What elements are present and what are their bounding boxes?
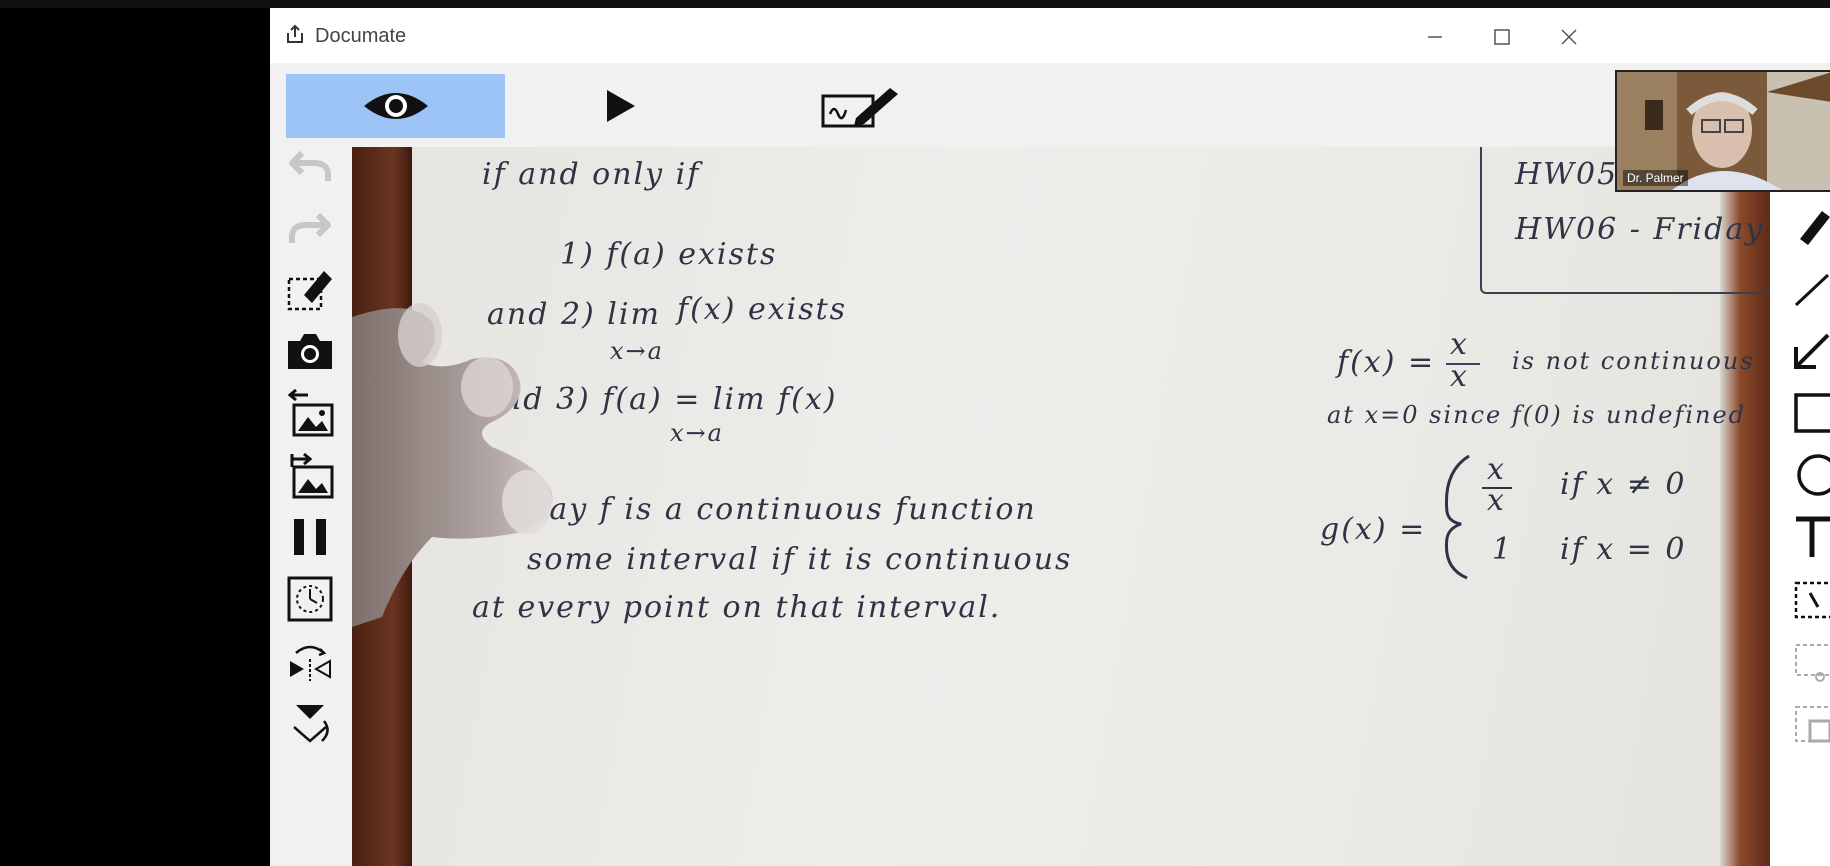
import-image-icon xyxy=(287,389,334,437)
copy-tool-button[interactable] xyxy=(1788,701,1830,745)
eye-icon xyxy=(363,93,428,119)
flip-button[interactable] xyxy=(284,635,336,687)
crop-icon xyxy=(1795,644,1830,682)
whiteboard-camera-view[interactable]: if and only if 1) f(a) exists and 2) lim… xyxy=(352,147,1770,866)
rectangle-tool-button[interactable] xyxy=(1788,391,1830,435)
pause-button[interactable] xyxy=(284,511,336,563)
camera-icon xyxy=(288,334,332,369)
redo-button[interactable] xyxy=(284,201,336,253)
hw-example-denominator: x xyxy=(1450,359,1469,394)
eraser-select-button[interactable] xyxy=(284,263,336,315)
hw-example-numerator: x xyxy=(1450,327,1469,362)
rotate-button[interactable] xyxy=(284,697,336,749)
undo-button[interactable] xyxy=(284,139,336,191)
play-button[interactable] xyxy=(580,74,660,138)
line-tool-button[interactable] xyxy=(1788,267,1830,311)
crop-tool-button[interactable] xyxy=(1788,639,1830,683)
timer-button[interactable] xyxy=(284,573,336,625)
undo-icon xyxy=(289,150,331,181)
piecewise-brace xyxy=(1444,454,1470,580)
hw-condition-2-suffix: f(x) exists xyxy=(677,292,848,327)
hw-example-text: is not continuous xyxy=(1512,347,1755,375)
timer-icon xyxy=(287,576,333,622)
pen-icon xyxy=(1800,211,1830,245)
close-button[interactable] xyxy=(1554,22,1584,52)
hw-condition-3-sub: x→a xyxy=(670,419,724,447)
select-tool-button[interactable] xyxy=(1788,577,1830,621)
left-toolbar xyxy=(270,147,350,866)
hw-g-case2-condition: if x = 0 xyxy=(1560,532,1687,567)
redo-icon xyxy=(289,212,331,243)
hw-g-label: g(x) = xyxy=(1320,512,1427,547)
documate-window: Documate if and only if 1) f(a) exists a… xyxy=(270,8,1830,866)
hw-example-line-2: at x=0 since f(0) is undefined xyxy=(1327,401,1747,429)
camera-button[interactable] xyxy=(284,325,336,377)
text-icon xyxy=(1796,516,1830,557)
screen-top-strip xyxy=(0,0,1830,8)
hw-g-case1-denominator: x xyxy=(1487,483,1506,518)
hw-homework-2: HW06 - Friday xyxy=(1515,212,1765,247)
minimize-button[interactable] xyxy=(1420,22,1450,52)
rotate-icon xyxy=(293,705,329,743)
pen-writing-icon xyxy=(821,88,898,128)
participant-video[interactable]: Dr. Palmer xyxy=(1615,70,1830,192)
hw-example-f: f(x) = xyxy=(1337,345,1436,380)
flip-icon xyxy=(290,645,331,681)
pen-tool-button[interactable] xyxy=(1788,205,1830,249)
eraser-select-icon xyxy=(287,271,332,311)
line-icon xyxy=(1794,273,1830,307)
participant-name: Dr. Palmer xyxy=(1623,170,1688,186)
export-image-button[interactable] xyxy=(284,449,336,501)
copy-icon xyxy=(1795,706,1830,743)
maximize-button[interactable] xyxy=(1487,22,1517,52)
text-tool-button[interactable] xyxy=(1788,515,1830,559)
hw-g-case1-numerator: x xyxy=(1487,452,1506,487)
play-icon xyxy=(607,90,635,122)
documate-logo-icon xyxy=(287,24,303,43)
rectangle-icon xyxy=(1794,393,1830,433)
arrow-icon xyxy=(1794,333,1830,369)
title-bar: Documate xyxy=(270,8,1830,63)
presenter-hand xyxy=(352,303,553,627)
hw-condition-2-sub: x→a xyxy=(610,337,664,365)
select-icon xyxy=(1794,581,1830,619)
hw-g-case2-value: 1 xyxy=(1492,532,1514,567)
annotate-button[interactable] xyxy=(780,74,940,138)
circle-tool-button[interactable] xyxy=(1788,453,1830,497)
hw-g-case1-condition: if x ≠ 0 xyxy=(1560,467,1687,502)
main-toolbar xyxy=(270,63,1830,147)
export-image-icon xyxy=(290,452,334,499)
circle-icon xyxy=(1797,454,1830,496)
arrow-tool-button[interactable] xyxy=(1788,329,1830,373)
right-toolbar xyxy=(1770,147,1830,866)
pause-icon xyxy=(294,519,326,555)
app-title: Documate xyxy=(315,25,407,47)
view-button[interactable] xyxy=(286,74,505,138)
import-image-button[interactable] xyxy=(284,387,336,439)
